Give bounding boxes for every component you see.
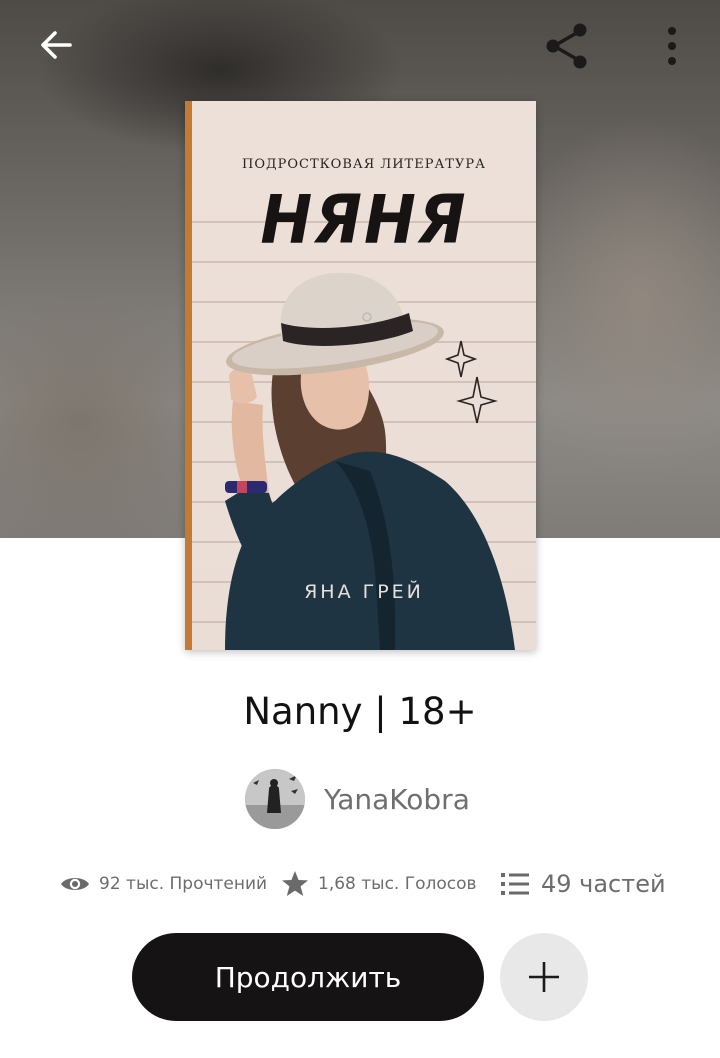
star-icon xyxy=(282,871,308,896)
cover-author: ЯНА ГРЕЙ xyxy=(304,581,424,603)
more-vert-icon xyxy=(668,27,676,65)
author-name: YanaKobra xyxy=(324,782,470,816)
back-button[interactable] xyxy=(24,20,88,70)
votes-count: 1,68 тыс. Голосов xyxy=(318,874,477,894)
eye-icon xyxy=(61,878,89,890)
list-icon xyxy=(501,873,529,895)
stats-row: 92 тыс. Прочтений 1,68 тыс. Голосов 49 ч… xyxy=(0,864,720,904)
add-to-library-button[interactable] xyxy=(500,933,588,1021)
avatar-photo xyxy=(245,769,305,829)
arrow-left-icon xyxy=(41,31,72,59)
more-options-button[interactable] xyxy=(648,20,696,72)
book-title: Nanny | 18+ xyxy=(243,690,477,733)
cover-title: НЯНЯ xyxy=(260,180,468,259)
votes-stat: 1,68 тыс. Голосов xyxy=(281,864,477,904)
share-button[interactable] xyxy=(536,18,600,74)
author-link[interactable]: YanaKobra xyxy=(245,769,470,829)
reads-count: 92 тыс. Прочтений xyxy=(99,874,268,894)
reads-stat: 92 тыс. Прочтений xyxy=(60,864,267,904)
parts-stat[interactable]: 49 частей xyxy=(501,864,666,904)
plus-icon xyxy=(529,962,559,992)
continue-reading-label: Продолжить xyxy=(214,960,402,994)
share-icon xyxy=(546,23,587,69)
cover-spine xyxy=(185,101,192,650)
continue-reading-button[interactable]: Продолжить xyxy=(132,933,484,1021)
cover-subtitle: ПОДРОСТКОВАЯ ЛИТЕРАТУРА xyxy=(242,157,486,172)
avatar xyxy=(245,769,305,829)
parts-count: 49 частей xyxy=(541,870,666,898)
book-cover[interactable]: ПОДРОСТКОВАЯ ЛИТЕРАТУРА НЯНЯ ЯНА ГРЕЙ xyxy=(185,101,536,650)
